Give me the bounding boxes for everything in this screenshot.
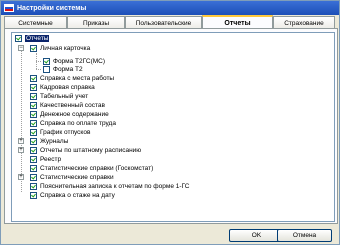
tree-item-label: Статистические справки (Госкомстат) (40, 164, 154, 172)
root-checkbox[interactable] (15, 34, 22, 42)
cancel-button[interactable]: Отмена (277, 229, 332, 242)
tree-item[interactable]: Статистические справки (Госкомстат) (30, 164, 153, 172)
tab-reports[interactable]: Отчеты (202, 15, 273, 29)
tree-item[interactable]: Справка о стаже на дату (30, 191, 115, 199)
tree-item[interactable]: Форма Т2ГС(МС) (43, 57, 105, 65)
item-checkbox[interactable] (30, 110, 37, 118)
item-checkbox[interactable] (30, 137, 37, 145)
tree-item[interactable]: Денежное содержание (30, 110, 109, 118)
tree-item[interactable]: Личная карточка (30, 44, 90, 52)
title-bar: Настройки системы (1, 1, 339, 15)
tree-item-label: Справка по оплате труда (40, 119, 116, 127)
tree-root-label: Отчеты (25, 34, 50, 42)
tree-item[interactable]: Кадровая справка (30, 83, 95, 91)
tree-item-label: Пояснительная записка к отчетам по форме… (40, 182, 190, 190)
item-checkbox[interactable] (30, 155, 37, 163)
item-checkbox[interactable] (30, 83, 37, 91)
reports-tree: Отчеты − Личная карточка Форма Т2ГС(МС) … (11, 32, 335, 222)
item-checkbox[interactable] (43, 57, 50, 65)
tree-item[interactable]: Реестр (30, 155, 61, 163)
collapse-icon[interactable]: − (18, 45, 24, 51)
tree-item-label: Справка с места работы (40, 74, 115, 82)
tree-line (21, 45, 22, 192)
tree-item-label: Форма Т2 (53, 65, 83, 73)
ok-button[interactable]: OK (229, 229, 284, 242)
tree-item[interactable]: Журналы (30, 137, 68, 145)
item-checkbox[interactable] (30, 92, 37, 100)
tree-item-label: Форма Т2ГС(МС) (53, 57, 106, 65)
tree-item-label: Статистические справки (40, 173, 114, 181)
item-checkbox[interactable] (30, 44, 37, 52)
tree-item-label: Качественный состав (40, 101, 105, 109)
tree-item[interactable]: Отчеты по штатному расписанию (30, 146, 141, 154)
tree-item-label: График отпусков (40, 128, 91, 136)
window-title: Настройки системы (17, 4, 87, 12)
expand-icon[interactable]: + (18, 147, 24, 153)
item-checkbox[interactable] (43, 65, 50, 73)
tree-item[interactable]: Справка по оплате труда (30, 119, 116, 127)
item-checkbox[interactable] (30, 101, 37, 109)
item-checkbox[interactable] (30, 128, 37, 136)
item-checkbox[interactable] (30, 119, 37, 127)
settings-window: Настройки системы Системные Приказы Поль… (0, 0, 340, 245)
item-checkbox[interactable] (30, 182, 37, 190)
tree-item[interactable]: Качественный состав (30, 101, 105, 109)
tree-item-label: Кадровая справка (40, 83, 95, 91)
tab-panel: Отчеты − Личная карточка Форма Т2ГС(МС) … (4, 28, 338, 224)
app-flag-icon (4, 4, 14, 12)
expand-icon[interactable]: + (18, 174, 24, 180)
item-checkbox[interactable] (30, 146, 37, 154)
tree-item-label: Справка о стаже на дату (40, 191, 115, 199)
tree-item[interactable]: Пояснительная записка к отчетам по форме… (30, 182, 189, 190)
tree-item-label: Журналы (40, 137, 69, 145)
tree-item-label: Денежное содержание (40, 110, 109, 118)
tree-item-label: Реестр (40, 155, 62, 163)
tab-strip: Системные Приказы Пользовательские Отчет… (4, 15, 338, 29)
tree-item[interactable]: Табельный учет (30, 92, 88, 100)
tree-item[interactable]: Справка с места работы (30, 74, 114, 82)
expand-icon[interactable]: + (18, 138, 24, 144)
item-checkbox[interactable] (30, 191, 37, 199)
item-checkbox[interactable] (30, 74, 37, 82)
tree-item-label: Отчеты по штатному расписанию (40, 146, 142, 154)
item-checkbox[interactable] (30, 164, 37, 172)
tree-item-label: Табельный учет (40, 92, 89, 100)
tree-item[interactable]: График отпусков (30, 128, 90, 136)
tree-item[interactable]: Форма Т2 (43, 65, 83, 73)
tree-item[interactable]: Статистические справки (30, 173, 114, 181)
tree-line (36, 61, 41, 62)
tree-root[interactable]: Отчеты (15, 34, 50, 42)
tree-line (36, 69, 41, 70)
item-checkbox[interactable] (30, 173, 37, 181)
tree-item-label: Личная карточка (40, 44, 91, 52)
